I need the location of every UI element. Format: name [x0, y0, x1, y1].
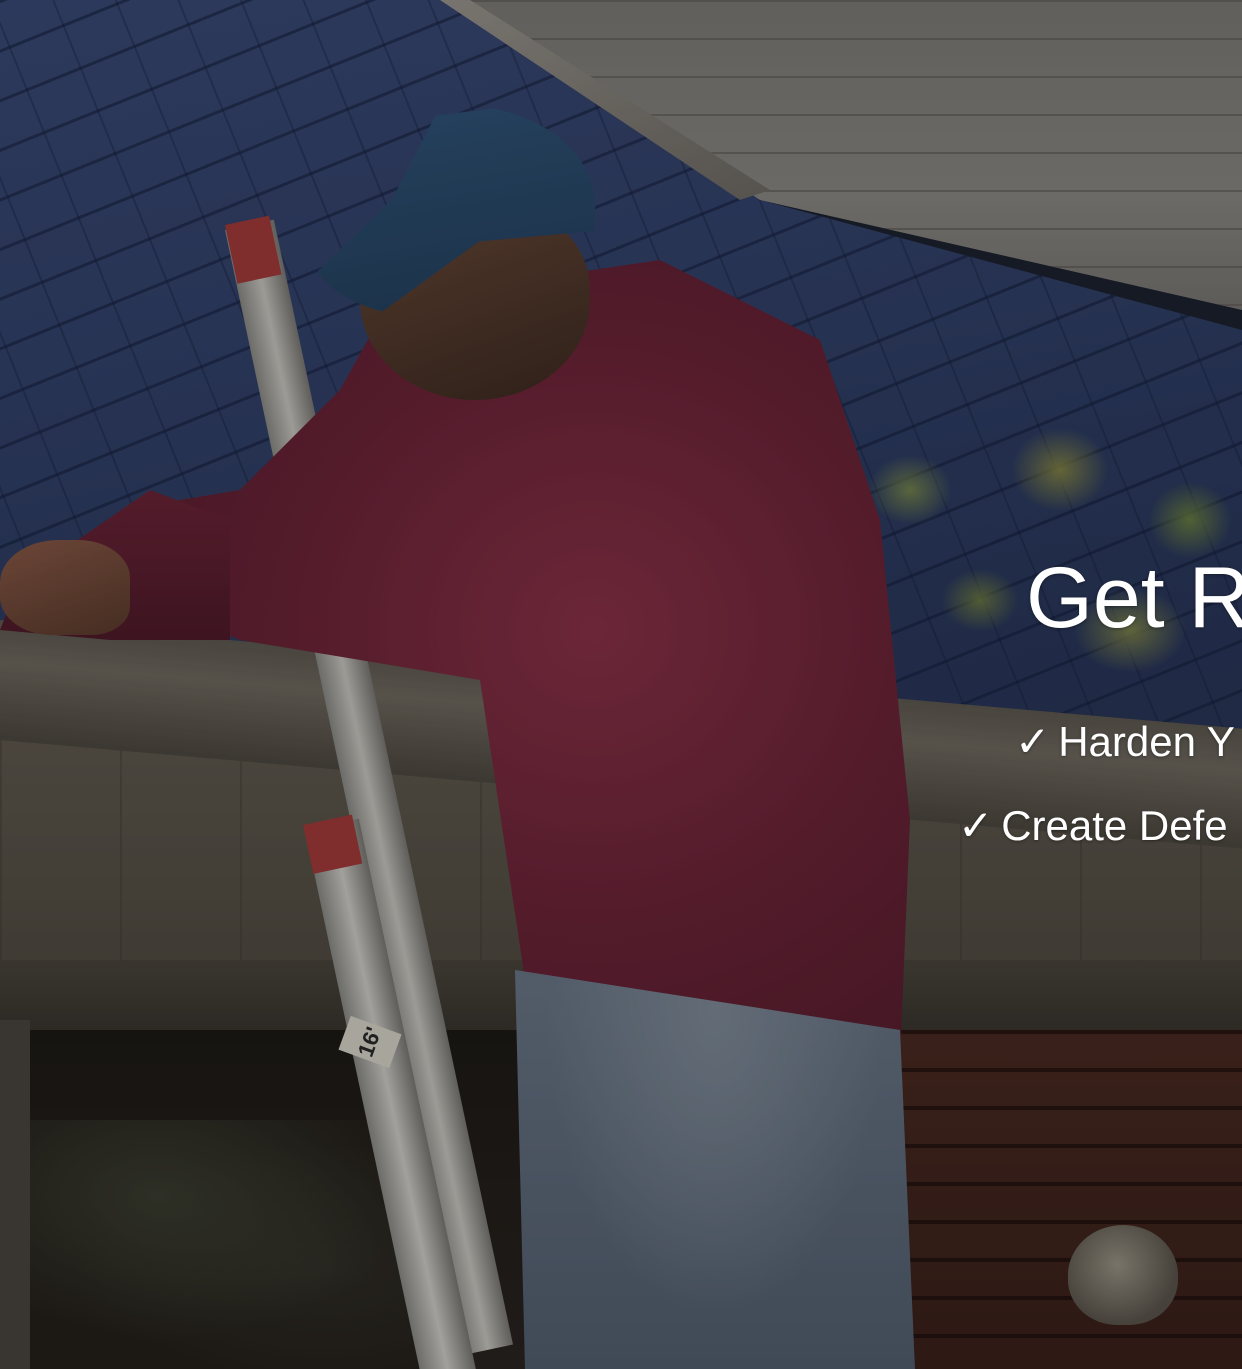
bullet-text: Create Defe	[1001, 802, 1228, 849]
hero-photo: 16' Get R ✓ Harden Y ✓ Create Defe	[0, 0, 1242, 1369]
bullet-text: Harden Y	[1058, 718, 1235, 765]
dark-overlay	[0, 0, 1242, 1369]
check-icon: ✓	[958, 802, 994, 849]
headline: Get R	[1026, 550, 1242, 646]
bullet-harden: ✓ Harden Y	[1015, 714, 1235, 770]
bullet-create: ✓ Create Defe	[958, 798, 1228, 854]
check-icon: ✓	[1015, 718, 1051, 765]
